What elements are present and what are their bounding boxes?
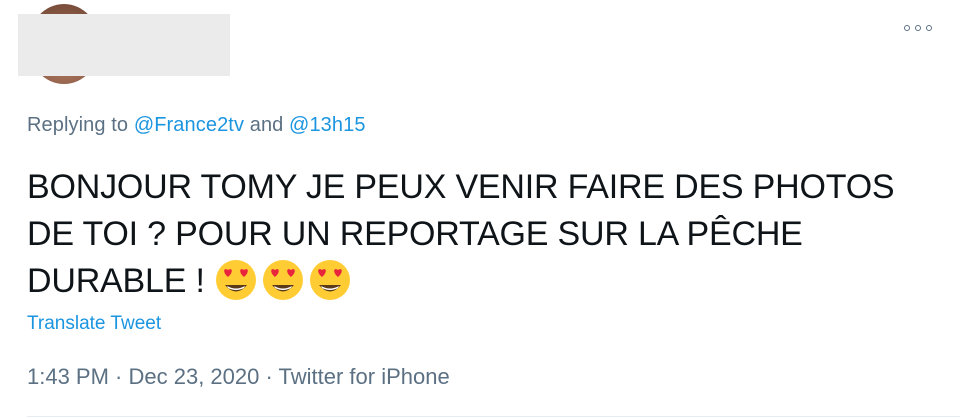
redacted-user-name (18, 14, 230, 76)
reply-conjunction: and (244, 114, 290, 136)
meta-separator: · (108, 364, 129, 389)
tweet-text: BONJOUR TOMY JE PEUX VENIR FAIRE DES PHO… (27, 164, 927, 305)
dot-icon (915, 25, 921, 31)
more-options-icon[interactable] (904, 20, 932, 36)
replying-to-prefix: Replying to (27, 114, 134, 136)
reply-handle-13h15[interactable]: @13h15 (289, 114, 366, 136)
meta-separator: · (259, 364, 279, 389)
tweet-body: BONJOUR TOMY JE PEUX VENIR FAIRE DES PHO… (27, 168, 895, 300)
smiling-face-heart-eyes-icon (309, 260, 350, 300)
smiling-face-heart-eyes-icon (215, 260, 256, 300)
translate-tweet-link[interactable]: Translate Tweet (27, 313, 161, 335)
dot-icon (926, 25, 932, 31)
divider (27, 416, 960, 417)
dot-icon (904, 25, 910, 31)
tweet-metadata: 1:43 PM · Dec 23, 2020 · Twitter for iPh… (27, 364, 450, 390)
tweet-date[interactable]: Dec 23, 2020 (129, 364, 260, 389)
smiling-face-heart-eyes-icon (262, 260, 303, 300)
tweet-source[interactable]: Twitter for iPhone (279, 364, 450, 389)
replying-to-line: Replying to @France2tv and @13h15 (27, 114, 366, 137)
tweet-time[interactable]: 1:43 PM (27, 364, 109, 389)
reply-handle-france2tv[interactable]: @France2tv (134, 114, 244, 136)
